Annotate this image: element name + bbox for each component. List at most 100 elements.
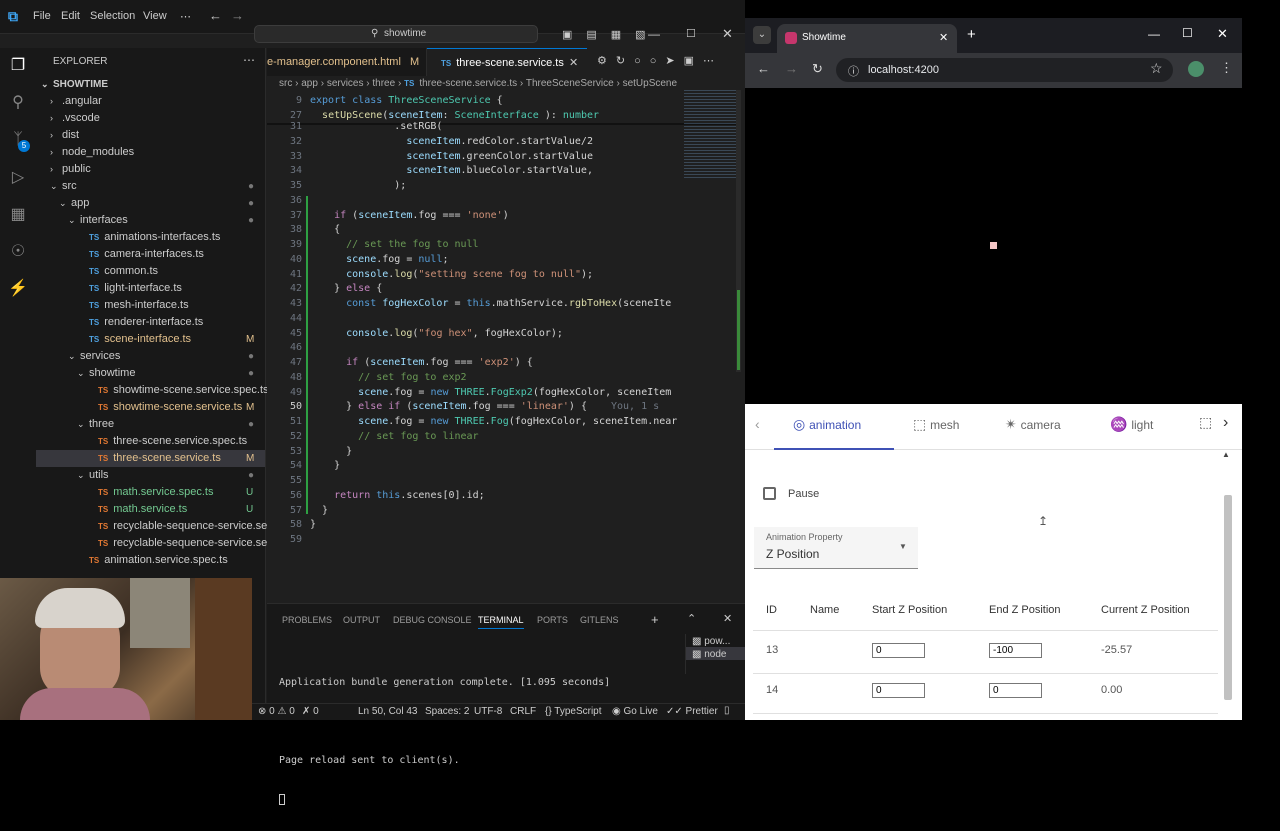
end-z-input[interactable]: 0 [989,683,1042,698]
tree-item[interactable]: TS recyclable-sequence-service.service.sp… [36,518,314,535]
animation-property-select[interactable]: Animation Property Z Position ▼ [754,527,918,569]
tree-item[interactable]: TS math.service.spec.ts U [36,484,265,501]
notifications-bell-icon[interactable]: ▯ [724,705,730,716]
tab-light[interactable]: ♒ light [1110,404,1153,450]
status-encoding[interactable]: UTF-8 [474,706,502,717]
tab-scroll-right-icon[interactable]: › [1223,414,1228,432]
tab-close-icon[interactable]: ✕ [939,31,948,44]
tab-animation[interactable]: ◎ animation [793,404,861,450]
pause-checkbox[interactable] [763,487,776,500]
code-line[interactable]: .setRGB( [310,119,735,134]
tree-item[interactable]: ⌄ showtime ● [36,365,265,382]
code-line[interactable]: } [310,503,735,518]
tree-item[interactable]: ⌄ utils ● [36,467,265,484]
code-line[interactable]: sceneItem.blueColor.startValue, [310,163,735,178]
code-line[interactable]: return this.scenes[0].id; [310,488,735,503]
menu-more[interactable]: ⋯ [180,10,191,23]
status-problems[interactable]: ⊗ 0 ⚠ 0 [258,706,295,717]
back-arrow-icon[interactable]: ← [209,8,222,23]
code-line[interactable]: if (sceneItem.fog === 'none') [310,208,735,223]
code-line[interactable]: } [310,444,735,459]
explorer-more-icon[interactable]: ⋯ [243,53,255,67]
minimize-icon[interactable]: — [1148,27,1160,41]
close-icon[interactable]: ✕ [722,26,733,42]
menu-view[interactable]: View [143,10,167,22]
code-line[interactable]: sceneItem.greenColor.startValue [310,149,735,164]
panel-tab-output[interactable]: OUTPUT [343,615,380,625]
explorer-icon[interactable]: ❐ [8,56,28,76]
tree-item[interactable]: TS three-scene.service.spec.ts [36,433,265,450]
code-line[interactable]: // set the fog to null [310,237,735,252]
maximize-panel-icon[interactable]: ⌃ [687,612,696,625]
forward-arrow-icon[interactable]: → [785,61,798,76]
extensions-icon[interactable]: ▦ [8,205,28,225]
status-spaces[interactable]: Spaces: 2 [425,706,469,717]
minimize-icon[interactable]: — [648,27,660,41]
code-line[interactable]: scene.fog = new THREE.FogExp2(fogHexColo… [310,385,735,400]
code-line[interactable]: console.log("fog hex", fogHexColor); [310,326,735,341]
status-golive[interactable]: ◉ Go Live [612,706,658,717]
code-line[interactable]: scene.fog = new THREE.Fog(fogHexColor, s… [310,414,735,429]
tree-item[interactable]: ⌄ src ● [36,178,265,195]
remote-icon[interactable]: ☉ [8,242,28,262]
breadcrumb-app[interactable]: app [301,78,318,89]
tree-item[interactable]: ⌄ three ● [36,416,265,433]
tree-item[interactable]: ⌄ services ● [36,348,265,365]
tree-item[interactable]: › node_modules [36,144,265,161]
run-debug-icon[interactable]: ▷ [8,168,28,188]
terminal-session[interactable]: ▩ pow... [686,634,745,647]
code-line[interactable] [310,532,735,547]
tab-three-scene-service[interactable]: TS three-scene.service.ts ✕ [427,48,587,76]
reload-icon[interactable]: ↻ [812,61,823,77]
panel-tab-problems[interactable]: PROBLEMS [282,615,332,625]
panel-tab-terminal[interactable]: TERMINAL [478,615,524,629]
maximize-icon[interactable]: ☐ [1182,26,1193,40]
status-ports[interactable]: ✗ 0 [302,706,319,717]
tree-item[interactable]: TS math.service.ts U [36,501,265,518]
tree-item[interactable]: › .angular [36,93,265,110]
tree-item[interactable]: TS showtime-scene.service.spec.ts [36,382,269,399]
breadcrumb-services[interactable]: services [327,78,364,89]
editor-actions[interactable]: ⚙↻○○➤▣⋯ [597,54,737,70]
end-z-input[interactable]: -100 [989,643,1042,658]
code-line[interactable]: sceneItem.redColor.startValue/2 [310,134,735,149]
menu-file[interactable]: File [33,10,51,22]
browser-tab[interactable]: Showtime ✕ [777,24,957,53]
menu-selection[interactable]: Selection [90,10,135,22]
tree-item[interactable]: TS three-scene.service.ts M [36,450,265,467]
tree-item[interactable]: TS common.ts [36,263,265,280]
tree-item[interactable]: TS light-interface.ts [36,280,265,297]
code-line[interactable]: // set fog to linear [310,429,735,444]
site-info-icon[interactable]: ⓘ [848,63,859,79]
forward-arrow-icon[interactable]: → [231,8,244,23]
tab-search-icon[interactable]: ⌄ [753,26,771,44]
terminal-session[interactable]: ▩ node [686,647,745,660]
breadcrumb-method[interactable]: setUpScene [623,78,677,89]
three-canvas[interactable] [745,88,1242,404]
tree-item[interactable]: TS showtime-scene.service.ts M [36,399,265,416]
code-line[interactable]: export class ThreeSceneService { [310,93,735,108]
code-line[interactable] [310,340,735,355]
code-line[interactable] [310,193,735,208]
tab-scroll-left-icon[interactable]: ‹ [755,416,760,432]
command-center[interactable]: ⚲ showtime [254,25,538,43]
tree-item[interactable]: › .vscode [36,110,265,127]
gitlens-icon[interactable]: ⚡ [8,279,28,299]
tree-item[interactable]: › public [36,161,265,178]
tree-item[interactable]: TS animation.service.spec.ts [36,552,265,569]
more-tab-icon[interactable]: ⬚ [1199,414,1212,431]
start-z-input[interactable]: 0 [872,643,925,658]
code-line[interactable]: } [310,458,735,473]
tab-camera[interactable]: ✴ camera [1005,404,1061,450]
address-bar[interactable]: ⓘ localhost:4200 [836,58,1173,82]
layout-controls[interactable]: ▣▤▦▧ [562,28,732,42]
close-icon[interactable]: ✕ [1217,26,1228,42]
scroll-up-icon[interactable]: ▲ [1222,450,1230,459]
code-line[interactable] [310,311,735,326]
tree-item[interactable]: › dist [36,127,265,144]
code-line[interactable]: console.log("setting scene fog to null")… [310,267,735,282]
tree-item[interactable]: TS camera-interfaces.ts [36,246,265,263]
code-line[interactable]: scene.fog = null; [310,252,735,267]
bookmark-star-icon[interactable]: ☆ [1150,60,1163,77]
menu-edit[interactable]: Edit [61,10,80,22]
